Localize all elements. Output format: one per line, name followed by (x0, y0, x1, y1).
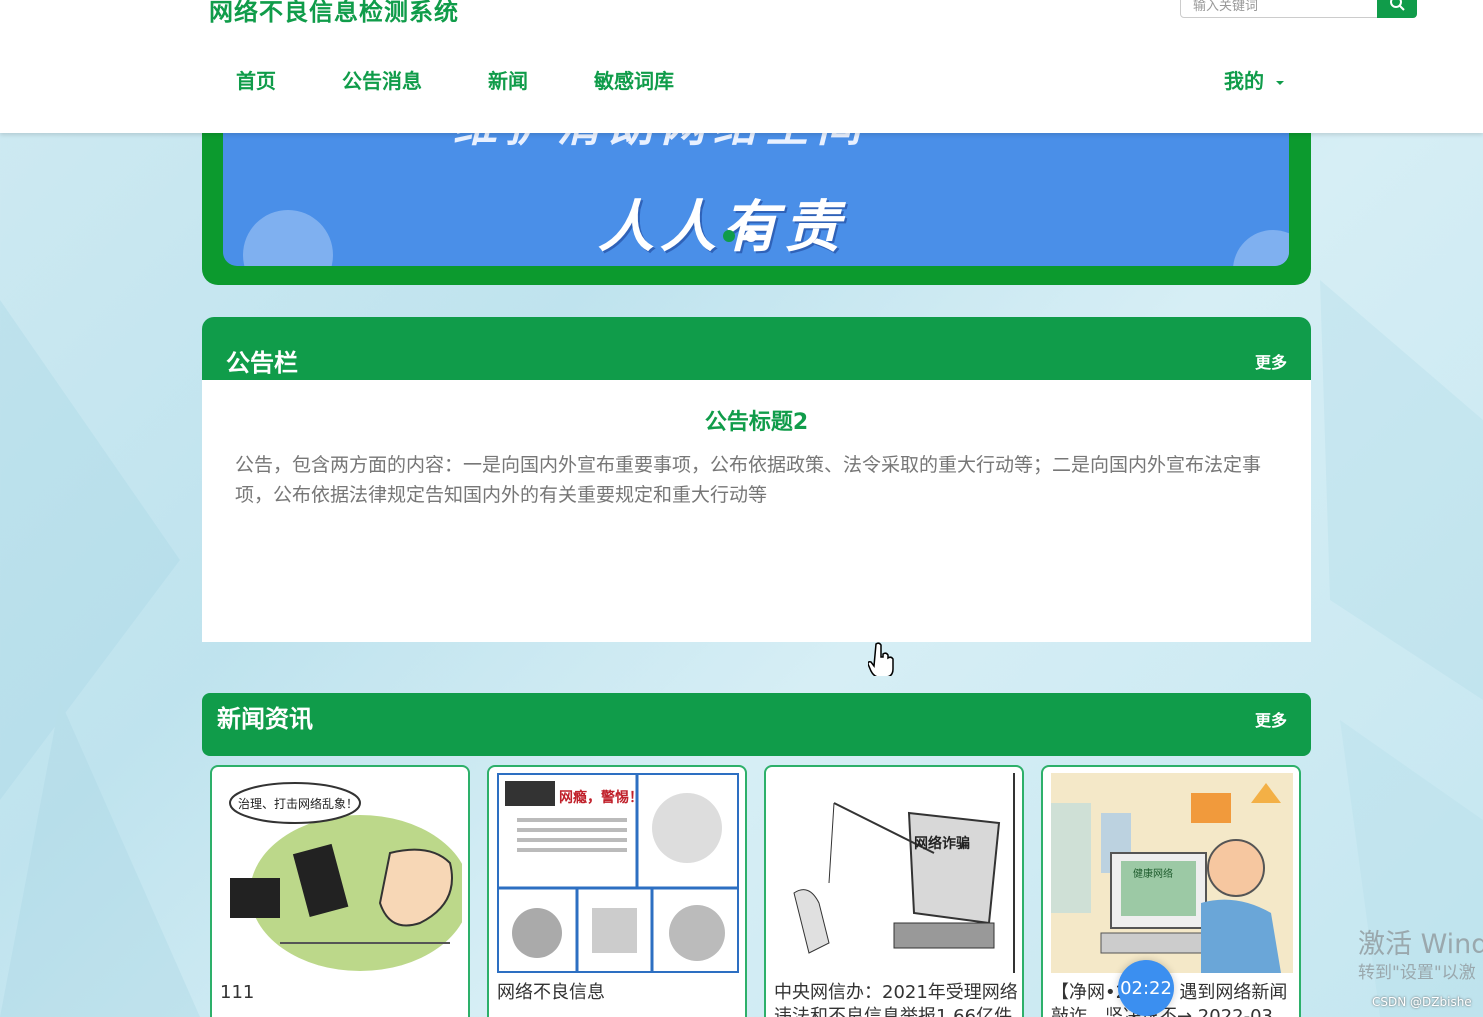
search-button[interactable] (1377, 0, 1417, 18)
hand-cursor-icon (868, 642, 894, 676)
news-illustration (774, 773, 1016, 973)
news-image: 治理、打击网络乱象！ (220, 773, 462, 973)
user-menu[interactable]: 我的 (1224, 65, 1284, 94)
notice-panel-title: 公告栏 (226, 349, 298, 377)
banner-decor (1233, 230, 1289, 266)
caret-down-icon (1276, 80, 1284, 85)
search-icon (1390, 0, 1405, 11)
notice-more-link[interactable]: 更多 (1255, 349, 1287, 373)
banner-carousel[interactable]: 维护清朗网络空间 人人有责 (202, 110, 1311, 285)
news-image: 网络诈骗 (774, 773, 1016, 973)
news-image-text: 健康网络 (1133, 869, 1173, 880)
banner-decor (243, 210, 333, 266)
banner-subheadline: 人人有责 (598, 195, 846, 260)
news-image: 网瘾，警惕！ (497, 773, 739, 973)
search-input[interactable]: 输入关键词 (1180, 0, 1378, 18)
carousel-dot[interactable] (745, 230, 757, 242)
top-header: 网络不良信息检测系统 输入关键词 首页 公告消息 新闻 敏感词库 我的 (0, 0, 1483, 133)
news-caption: 111 (220, 982, 255, 1003)
activate-windows-title: 激活 Wind (1358, 929, 1483, 960)
news-card[interactable]: 治理、打击网络乱象！ 111 (210, 765, 470, 1017)
recording-timer[interactable]: 02:22 (1118, 960, 1174, 1016)
site-title[interactable]: 网络不良信息检测系统 (209, 0, 459, 27)
news-panel-title: 新闻资讯 (217, 705, 313, 733)
notice-body: 公告标题2 公告，包含两方面的内容：一是向国内外宣布重要事项，公布依据政策、法令… (202, 380, 1311, 642)
news-header: 新闻资讯 更多 (202, 693, 1311, 756)
notice-item-text: 公告，包含两方面的内容：一是向国内外宣布重要事项，公布依据政策、法令采取的重大行… (235, 454, 1262, 506)
carousel-dot-active[interactable] (723, 230, 735, 242)
notice-header: 公告栏 更多 (202, 317, 1311, 380)
nav-home[interactable]: 首页 (236, 65, 276, 94)
news-image: 健康网络 (1051, 773, 1293, 973)
news-image-text: 网络诈骗 (914, 836, 970, 852)
user-menu-label: 我的 (1224, 69, 1264, 93)
activate-windows-hint: 转到"设置"以激 (1358, 963, 1476, 983)
banner-slide: 维护清朗网络空间 人人有责 (223, 110, 1289, 266)
csdn-watermark: CSDN @DZbishe (1372, 995, 1472, 1009)
news-caption: 网络不良信息 (497, 982, 605, 1003)
notice-item-title[interactable]: 公告标题2 (202, 404, 1311, 436)
news-image-text: 治理、打击网络乱象！ (238, 797, 359, 811)
news-caption: 中央网信办：2021年受理网络违法和不良信息举报1.66亿件 (774, 982, 1018, 1017)
news-card[interactable]: 网络诈骗 中央网信办：2021年受理网络违法和不良信息举报1.66亿件 (764, 765, 1024, 1017)
news-card[interactable]: 网瘾，警惕！ 网络不良信息 (487, 765, 747, 1017)
news-image-text: 网瘾，警惕！ (559, 790, 643, 806)
news-more-link[interactable]: 更多 (1255, 707, 1287, 731)
nav-sensitive-words[interactable]: 敏感词库 (594, 65, 674, 94)
nav-notices[interactable]: 公告消息 (342, 65, 422, 94)
nav-news[interactable]: 新闻 (488, 65, 528, 94)
